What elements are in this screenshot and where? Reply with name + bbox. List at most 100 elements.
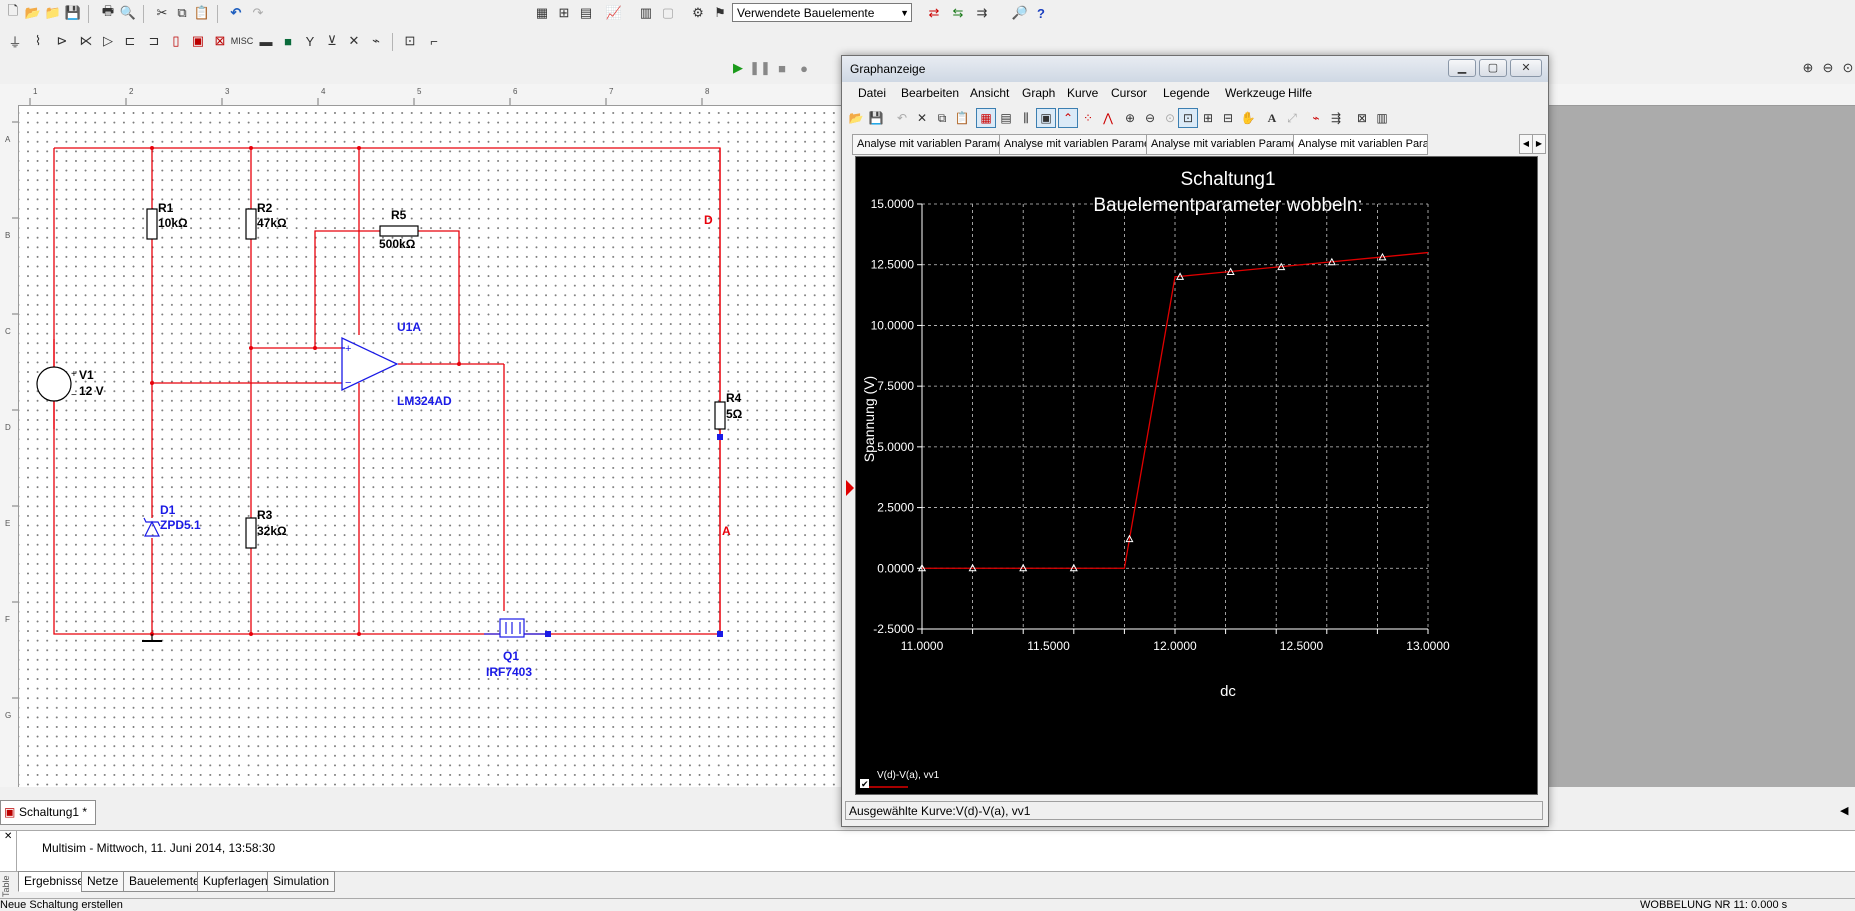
stop-icon[interactable]: ■ <box>772 58 792 78</box>
zoom-full-icon[interactable]: ⊙ <box>1160 108 1180 128</box>
open-icon[interactable]: 📂 <box>846 108 866 128</box>
cmos-icon[interactable]: ⊐ <box>144 31 164 51</box>
tab-scroll-right-icon[interactable]: ▶ <box>1532 134 1546 154</box>
zoom-x-icon[interactable]: ⊞ <box>1198 108 1218 128</box>
help-icon[interactable]: ? <box>1031 3 1051 23</box>
open-sample-icon[interactable]: 📁 <box>43 3 63 23</box>
component-wizard-icon[interactable]: ⚙ <box>688 3 708 23</box>
print-preview-icon[interactable]: 🔍 <box>118 3 138 23</box>
cursors-icon[interactable]: ⫼ <box>1016 108 1036 128</box>
back-annotate-icon[interactable]: ⇆ <box>948 3 968 23</box>
hierarchical-block-icon[interactable]: ⊡ <box>400 31 420 51</box>
find-examples-icon[interactable]: 🔎 <box>1010 3 1030 23</box>
graph-window-titlebar[interactable]: Graphanzeige ▁ ▢ ✕ <box>842 56 1548 82</box>
transistor-icon[interactable]: ⋉ <box>76 31 96 51</box>
undo-icon[interactable]: ↶ <box>226 3 246 23</box>
zoom-area-icon[interactable]: ⊡ <box>1178 108 1198 128</box>
components-in-use-combo[interactable]: Verwendete Bauelemente ▼ <box>732 3 912 22</box>
table-icon[interactable]: ▢ <box>658 3 678 23</box>
advanced-peripherals-icon[interactable]: ▣ <box>188 31 208 51</box>
misc-digital-icon[interactable]: ⊠ <box>210 31 230 51</box>
chart[interactable]: Schaltung1 Bauelementparameter wobbeln: … <box>856 157 1537 794</box>
ttl-icon[interactable]: ⊏ <box>120 31 140 51</box>
indicator-icon[interactable]: ■ <box>278 31 298 51</box>
resistor-icon[interactable]: ⌇ <box>28 31 48 51</box>
source-icon[interactable]: ⏚ <box>5 31 25 51</box>
export-icon[interactable]: ⇶ <box>1326 108 1346 128</box>
spreadsheet-icon[interactable]: ⊞ <box>554 3 574 23</box>
tab-scroll-left-icon[interactable]: ◀ <box>1519 134 1533 154</box>
save-icon[interactable]: 💾 <box>866 108 886 128</box>
zoom-in-icon[interactable]: ⊕ <box>1798 58 1818 78</box>
menu-datei[interactable]: Datei <box>858 86 886 100</box>
menu-kurve[interactable]: Kurve <box>1067 86 1098 100</box>
zoom-area-icon[interactable]: ⊙ <box>1838 58 1855 78</box>
toggle-design-toolbox-icon[interactable]: ▦ <box>532 3 552 23</box>
undo-icon[interactable]: ↶ <box>892 108 912 128</box>
properties-icon[interactable]: ⌁ <box>1306 108 1326 128</box>
analog-icon[interactable]: ▷ <box>98 31 118 51</box>
menu-cursor[interactable]: Cursor <box>1111 86 1147 100</box>
zoom-out-icon[interactable]: ⊖ <box>1140 108 1160 128</box>
scroll-left-icon[interactable]: ◀ <box>1840 804 1848 817</box>
zoom-y-icon[interactable]: ⊟ <box>1218 108 1238 128</box>
menu-werkzeuge[interactable]: Werkzeuge <box>1225 86 1285 100</box>
label-icon[interactable]: ⤢ <box>1282 108 1302 128</box>
save-icon[interactable]: 💾 <box>63 3 83 23</box>
tab-analysis-4[interactable]: Analyse mit variablen Para <box>1293 134 1428 155</box>
zoom-out-icon[interactable]: ⊖ <box>1818 58 1838 78</box>
grid-toggle-icon[interactable]: ▦ <box>976 108 996 128</box>
menu-hilfe[interactable]: Hilfe <box>1288 86 1312 100</box>
power-component-icon[interactable]: Y <box>300 31 320 51</box>
delete-icon[interactable]: ✕ <box>912 108 932 128</box>
pause-at-breakpoint-icon[interactable]: ● <box>794 58 814 78</box>
bus-icon[interactable]: ⌐ <box>424 31 444 51</box>
diode-icon[interactable]: ⊳ <box>52 31 72 51</box>
maximize-button[interactable]: ▢ <box>1479 59 1507 77</box>
paste-icon[interactable]: 📋 <box>192 3 212 23</box>
postprocessor-icon[interactable]: ▥ <box>636 3 656 23</box>
mcu-icon[interactable]: ▯ <box>166 31 186 51</box>
line-plot-icon[interactable]: ⌃ <box>1058 108 1078 128</box>
tab-analysis-3[interactable]: Analyse mit variablen Parametern <box>1146 134 1301 155</box>
text-label-icon[interactable]: A <box>1262 108 1282 128</box>
menu-legende[interactable]: Legende <box>1163 86 1210 100</box>
menu-bearbeiten[interactable]: Bearbeiten <box>901 86 959 100</box>
close-icon[interactable]: ✕ <box>2 831 16 842</box>
reverse-colors-icon[interactable]: ▣ <box>1036 108 1056 128</box>
marker-plot-icon[interactable]: ⋀ <box>1098 108 1118 128</box>
pan-icon[interactable]: ✋ <box>1238 108 1258 128</box>
transfer-icon[interactable]: ⇄ <box>924 3 944 23</box>
tab-netze[interactable]: Netze <box>81 871 125 892</box>
tab-schaltung1[interactable]: ▣ Schaltung1 * <box>0 800 97 825</box>
redo-icon[interactable]: ↷ <box>248 3 268 23</box>
run-icon[interactable]: ▶ <box>728 58 748 78</box>
electromechanical-icon[interactable]: ✕ <box>344 31 364 51</box>
electrical-rules-icon[interactable]: ⚑ <box>710 3 730 23</box>
plot-panel[interactable]: Schaltung1 Bauelementparameter wobbeln: … <box>855 156 1538 795</box>
tab-analysis-2[interactable]: Analyse mit variablen Parametern <box>999 134 1154 155</box>
export-mathcad-icon[interactable]: ▥ <box>1372 108 1392 128</box>
export-excel-icon[interactable]: ⊠ <box>1352 108 1372 128</box>
zoom-in-icon[interactable]: ⊕ <box>1120 108 1140 128</box>
paste-icon[interactable]: 📋 <box>952 108 972 128</box>
tab-ergebnisse[interactable]: Ergebnisse <box>18 871 91 892</box>
minimize-button[interactable]: ▁ <box>1448 59 1476 77</box>
copy-icon[interactable]: ⧉ <box>932 108 952 128</box>
ni-components-icon[interactable]: ⌁ <box>366 31 386 51</box>
database-icon[interactable]: ▤ <box>576 3 596 23</box>
tab-kupferlagen[interactable]: Kupferlagen <box>197 871 274 892</box>
menu-ansicht[interactable]: Ansicht <box>970 86 1009 100</box>
menu-graph[interactable]: Graph <box>1022 86 1055 100</box>
tab-analysis-1[interactable]: Analyse mit variablen Parametern <box>852 134 1007 155</box>
grapher-icon[interactable]: 📈 <box>604 3 624 23</box>
new-file-icon[interactable]: 🗋 <box>3 3 23 23</box>
tab-bauelemente[interactable]: Bauelemente <box>123 871 206 892</box>
cut-icon[interactable]: ✂ <box>152 3 172 23</box>
tab-simulation[interactable]: Simulation <box>267 871 336 892</box>
forward-annotate-icon[interactable]: ⇉ <box>972 3 992 23</box>
pause-icon[interactable]: ❚❚ <box>749 58 771 78</box>
copy-icon[interactable]: ⧉ <box>172 3 192 23</box>
rf-icon[interactable]: ⊻ <box>322 31 342 51</box>
legend-toggle-icon[interactable]: ▤ <box>996 108 1016 128</box>
